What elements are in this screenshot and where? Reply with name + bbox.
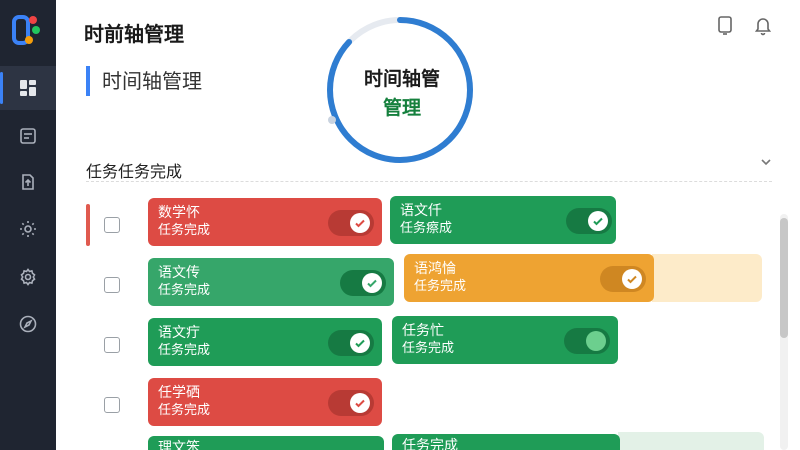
settings-icon [20, 221, 36, 237]
file-upload-icon [22, 174, 34, 190]
check-icon [367, 279, 377, 288]
sidebar [0, 0, 56, 450]
ring-line-1: 时间轴管 [363, 68, 440, 90]
task-card[interactable]: 语文仟 任务瘵成 [390, 196, 616, 244]
timeline-bar-extension [652, 254, 762, 302]
check-icon [627, 275, 637, 284]
task-card[interactable]: 语鸿惀 任务完成 [404, 254, 654, 302]
timeline-bar-extension [618, 432, 764, 450]
progress-ring-label: 时间轴管 管理 [322, 64, 482, 120]
app-title: 时前轴管理 [84, 22, 184, 46]
sidebar-item-files[interactable] [0, 160, 56, 204]
task-toggle[interactable] [564, 328, 610, 354]
task-toggle[interactable] [328, 330, 374, 356]
document-icon [20, 128, 36, 144]
sidebar-item-documents[interactable] [0, 114, 56, 158]
task-toggle[interactable] [328, 210, 374, 236]
sidebar-item-config[interactable] [0, 255, 56, 299]
task-card[interactable]: 数学怀 任务完成 [148, 198, 382, 246]
row-checkbox[interactable] [104, 217, 120, 233]
section-divider [86, 181, 772, 182]
task-title: 任务完成 [402, 438, 458, 450]
sidebar-item-explore[interactable] [0, 302, 56, 346]
task-toggle[interactable] [340, 270, 386, 296]
compass-icon [19, 315, 37, 333]
task-card[interactable]: 语文传 任务完成 [148, 258, 394, 306]
scrollbar-thumb[interactable] [780, 218, 788, 338]
check-icon [355, 219, 365, 228]
check-icon [355, 339, 365, 348]
dashboard-icon [20, 80, 36, 96]
section-title: 任务任务完成 [86, 162, 183, 181]
task-toggle[interactable] [600, 266, 646, 292]
task-card[interactable]: 任学硒 任务完成 [148, 378, 382, 426]
gear-icon [20, 268, 36, 286]
active-row-indicator [86, 204, 90, 246]
page-subtitle: 时间轴管理 [86, 66, 202, 96]
check-icon [355, 399, 365, 408]
row-checkbox[interactable] [104, 277, 120, 293]
tablet-icon[interactable] [714, 14, 736, 36]
chevron-down-icon[interactable] [760, 156, 772, 168]
status-dot-icon [586, 331, 606, 351]
task-card[interactable]: 语文疔 任务完成 [148, 318, 382, 366]
app-logo-icon[interactable] [12, 14, 42, 46]
check-icon [593, 217, 603, 226]
task-title: 理文笨 [158, 440, 200, 450]
sidebar-item-settings[interactable] [0, 207, 56, 251]
task-card[interactable]: 任务完成 [392, 434, 620, 450]
task-card[interactable]: 任务忙 任务完成 [392, 316, 618, 364]
bell-icon[interactable] [752, 14, 774, 36]
sidebar-item-dashboard[interactable] [0, 66, 56, 110]
ring-line-2: 管理 [382, 97, 421, 119]
task-toggle[interactable] [566, 208, 612, 234]
task-toggle[interactable] [328, 390, 374, 416]
row-checkbox[interactable] [104, 337, 120, 353]
row-checkbox[interactable] [104, 397, 120, 413]
task-card[interactable]: 理文笨 [148, 436, 384, 450]
